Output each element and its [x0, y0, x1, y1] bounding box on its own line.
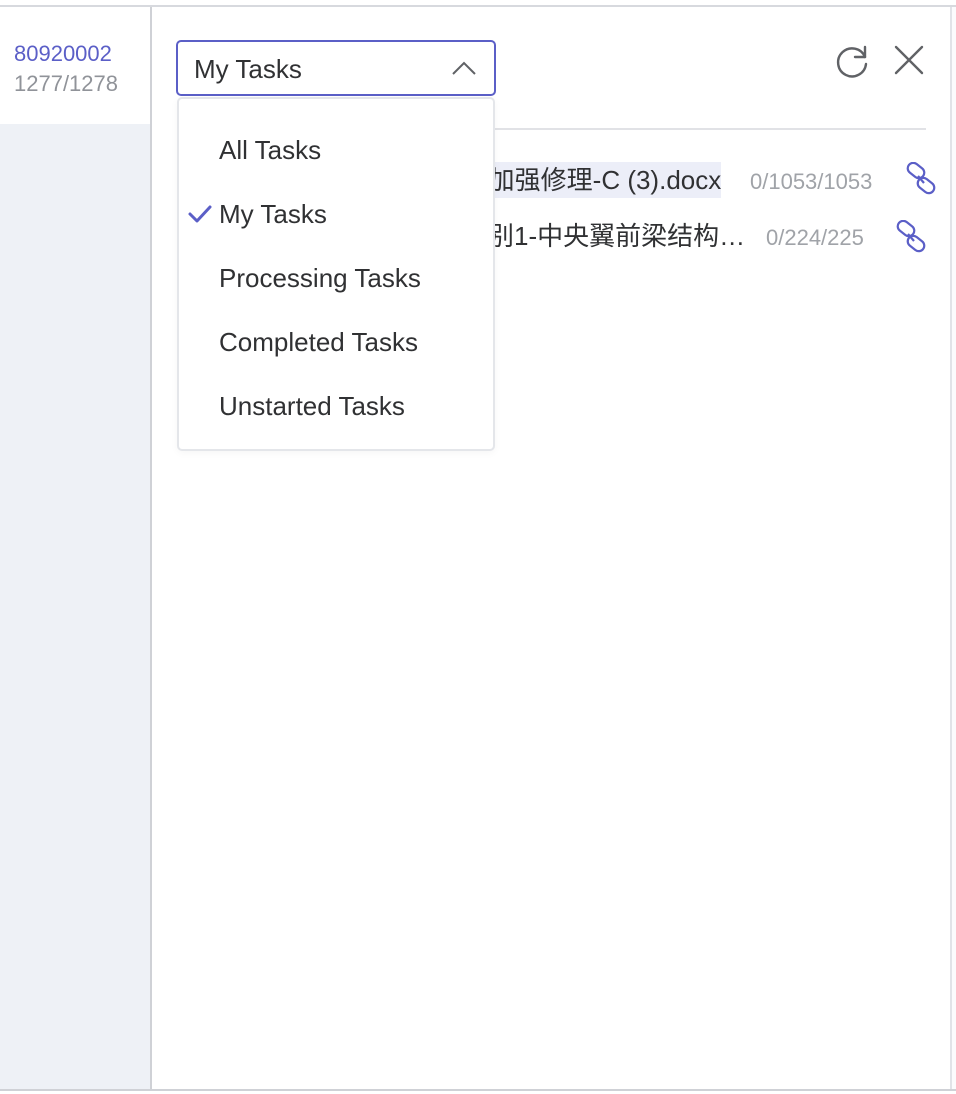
link-icon	[896, 219, 926, 253]
filter-dropdown: All Tasks My Tasks Processing Tasks Comp…	[177, 97, 495, 451]
option-all-tasks[interactable]: All Tasks	[179, 125, 493, 177]
link-button[interactable]	[904, 161, 938, 196]
option-label: Completed Tasks	[219, 327, 418, 357]
right-scroll-strip[interactable]	[952, 7, 956, 1089]
task-name[interactable]: 别1-中央翼前梁结构…	[488, 218, 745, 254]
check-icon	[188, 205, 212, 223]
option-label: Processing Tasks	[219, 263, 421, 293]
sidebar-item[interactable]: 80920002 1277/1278	[0, 7, 150, 124]
option-label: Unstarted Tasks	[219, 391, 405, 421]
option-completed-tasks[interactable]: Completed Tasks	[179, 317, 493, 369]
option-my-tasks[interactable]: My Tasks	[179, 189, 493, 241]
task-count: 0/224/225	[766, 225, 864, 250]
refresh-icon	[836, 45, 868, 78]
bottom-border	[0, 1089, 956, 1094]
task-filter-select[interactable]: My Tasks	[176, 40, 496, 96]
sidebar-item-id: 80920002	[14, 41, 112, 66]
link-icon	[906, 161, 936, 195]
left-sidebar: 80920002 1277/1278	[0, 7, 150, 1089]
task-count: 0/1053/1053	[750, 169, 873, 194]
sidebar-item-count: 1277/1278	[14, 71, 118, 96]
task-name[interactable]: -加强修理-C (3).docx	[480, 162, 722, 198]
close-button[interactable]	[892, 43, 926, 77]
chevron-up-icon	[452, 61, 476, 75]
close-icon	[894, 45, 924, 75]
select-value: My Tasks	[194, 54, 302, 84]
option-label: My Tasks	[219, 199, 327, 229]
task-row[interactable]: 别1-中央翼前梁结构… 0/224/225	[488, 218, 914, 258]
option-label: All Tasks	[219, 135, 322, 165]
link-button[interactable]	[894, 219, 928, 254]
option-unstarted-tasks[interactable]: Unstarted Tasks	[179, 381, 493, 433]
option-processing-tasks[interactable]: Processing Tasks	[179, 253, 493, 305]
header-divider	[494, 128, 926, 130]
task-row[interactable]: -加强修理-C (3).docx 0/1053/1053	[480, 162, 934, 202]
refresh-button[interactable]	[834, 42, 872, 80]
top-border	[0, 0, 956, 7]
